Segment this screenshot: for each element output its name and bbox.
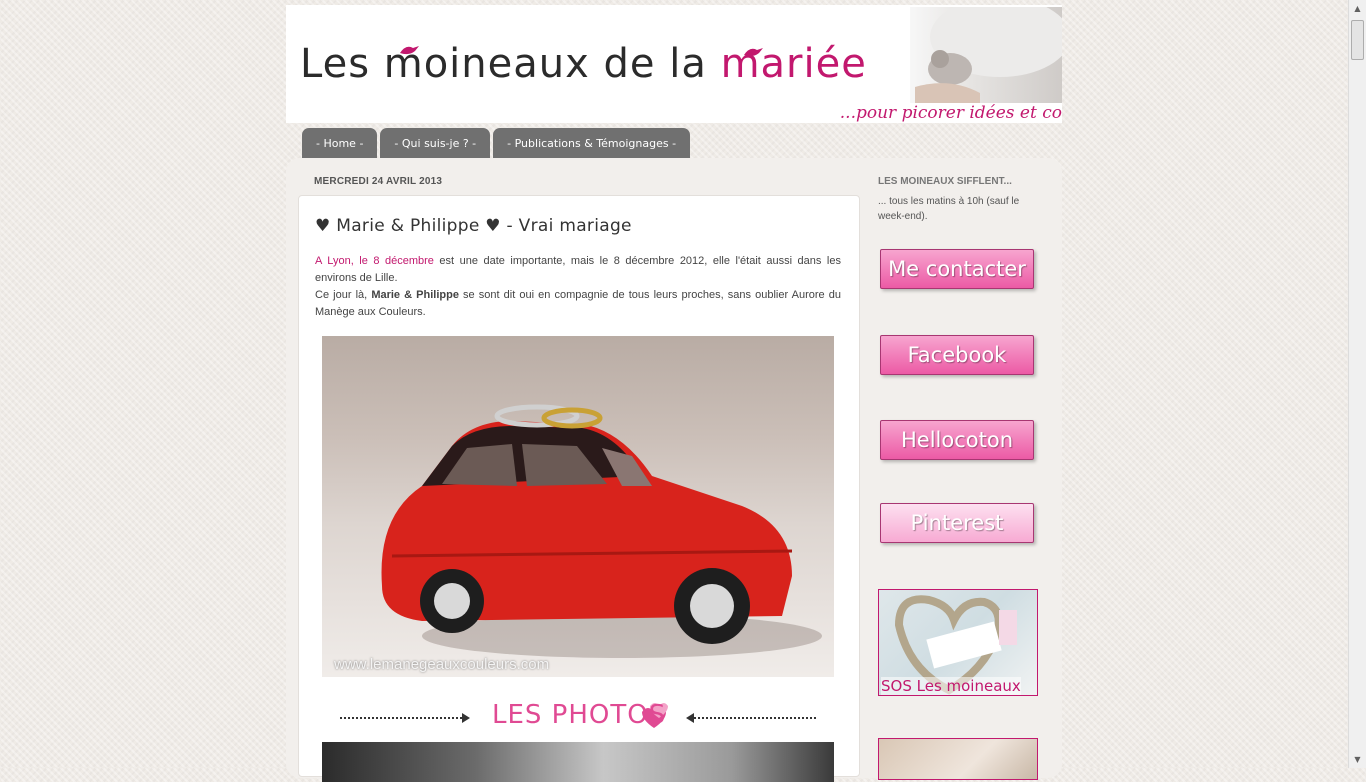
sidebar-title: LES MOINEAUX SIFFLENT... [878,176,1012,187]
sos-label: SOS Les moineaux [881,677,1021,695]
pinterest-button[interactable]: Pinterest [880,503,1034,543]
facebook-button[interactable]: Facebook [880,335,1034,375]
hellocoton-button[interactable]: Hellocoton [880,420,1034,460]
sos-moineaux-card[interactable]: SOS Les moineaux [878,589,1038,696]
photo-watermark: www.lemanegeauxcouleurs.com [334,656,550,673]
page-scrollbar[interactable]: ▲ ▼ [1348,0,1366,768]
tab-home[interactable]: - Home - [302,128,378,158]
tab-qui-suis-je[interactable]: - Qui suis-je ? - [380,128,491,158]
site-title[interactable]: Les moineaux de la mariée [300,41,867,87]
couple-names: Marie & Philippe [371,289,459,301]
blog-post: ♥ Marie & Philippe ♥ - Vrai mariage A Ly… [298,195,860,782]
tab-publications[interactable]: - Publications & Témoignages - [493,128,691,158]
header-photo [910,5,1062,103]
site-title-main: Les moineaux de la [300,41,721,87]
scroll-down-icon[interactable]: ▼ [1349,751,1366,768]
bw-photo[interactable] [322,742,834,782]
bird-icon [400,46,419,55]
post-title[interactable]: ♥ Marie & Philippe ♥ - Vrai mariage [315,216,632,236]
bride-bird-figurine-icon [915,5,1062,103]
les-photos-label: LES PHOTOS [492,700,667,730]
me-contacter-button[interactable]: Me contacter [880,249,1034,289]
main-nav: - Home - - Qui suis-je ? - - Publication… [302,128,691,158]
scroll-thumb[interactable] [1351,20,1364,60]
post-date: MERCREDI 24 AVRIL 2013 [314,176,443,187]
post-text: Ce jour là, [315,289,372,301]
red-car-rings-icon [381,404,822,658]
scroll-up-icon[interactable]: ▲ [1349,0,1366,17]
sidebar-text: ... tous les matins à 10h (sauf le week-… [878,196,1020,222]
sidebar-image-card[interactable] [878,738,1038,780]
site-header: Les moineaux de la mariée ...pour picore… [286,5,1062,123]
header-tagline: ...pour picorer idées et co [839,103,1062,123]
car-photo[interactable]: www.lemanegeauxcouleurs.com [322,336,834,677]
post-body: A Lyon, le 8 décembre est une date impor… [315,253,841,321]
bird-icon [744,48,763,57]
post-link-lyon[interactable]: A Lyon, le 8 décembre [315,255,434,267]
les-photos-divider: LES PHOTOS [322,696,834,736]
